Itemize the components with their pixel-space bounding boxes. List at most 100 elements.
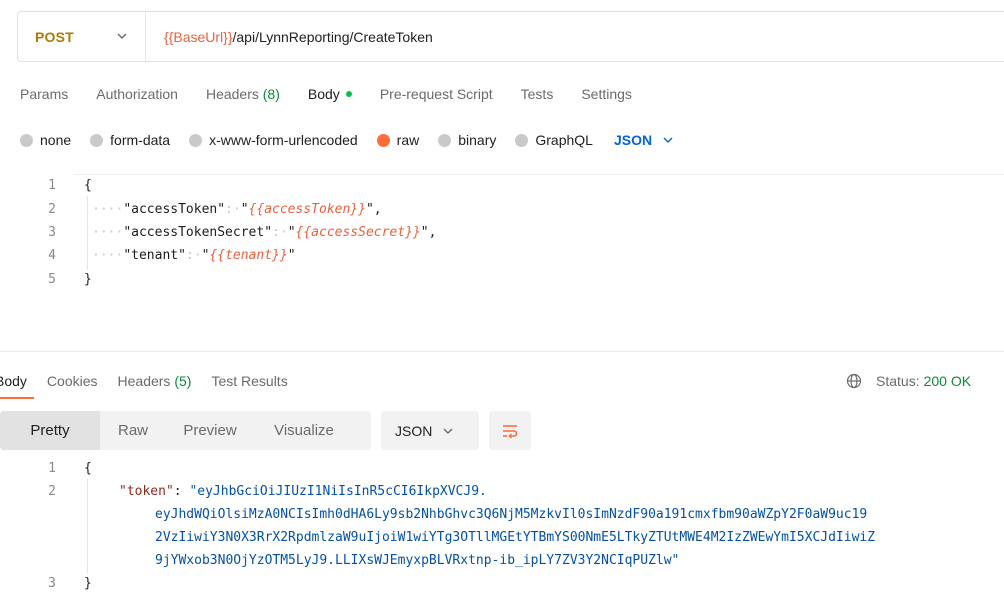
radio-none[interactable]: none (20, 132, 71, 148)
tab-tests[interactable]: Tests (521, 86, 554, 102)
format-label: JSON (395, 422, 433, 439)
quote: " (287, 225, 296, 240)
body-modified-dot (345, 91, 352, 98)
json-key: "accessToken" (123, 202, 226, 217)
whitespace-dots: ···· (92, 248, 124, 263)
tab-headers[interactable]: Headers (8) (206, 86, 280, 102)
json-comma: , (373, 202, 382, 217)
radio-form-data-label: form-data (110, 132, 171, 148)
response-format-select[interactable]: JSON (381, 411, 479, 450)
quote: " (420, 225, 429, 240)
tab-headers-label: Headers (205, 86, 259, 102)
method-select[interactable]: POST (18, 12, 146, 61)
radio-circle (20, 133, 33, 147)
json-key: "tenant" (123, 248, 186, 263)
tab-params[interactable]: Params (20, 86, 68, 102)
response-headers-count: (5) (174, 373, 192, 389)
json-template-value: {{tenant}} (209, 248, 288, 263)
tab-response-headers[interactable]: Headers (5) (118, 373, 192, 389)
indent-guide (87, 196, 88, 270)
line-number: 3 (48, 225, 56, 240)
radio-binary-label: binary (458, 132, 497, 148)
code-line: ····"accessTokenSecret":·"{{accessSecret… (92, 223, 436, 243)
line-number: 2 (48, 202, 56, 217)
view-raw-button[interactable]: Raw (100, 411, 166, 450)
language-select[interactable]: JSON (614, 132, 674, 148)
code-wrapped-line: 9jYWxob3N0OjYzOTM5LyJ9.LLIXsWJEmyxpBLVRx… (155, 553, 680, 568)
json-separator: :· (185, 248, 202, 263)
line-number: 4 (48, 248, 56, 263)
response-status: Status: 200 OK (846, 371, 971, 391)
line-number: 2 (48, 484, 56, 499)
line-number: 5 (48, 272, 56, 287)
chevron-down-icon (117, 33, 127, 39)
chevron-down-icon (663, 137, 673, 143)
json-template-value: {{accessToken}} (248, 202, 366, 217)
code-line: ····"tenant":·"{{tenant}}" (92, 246, 296, 266)
view-pretty-button[interactable]: Pretty (0, 411, 100, 450)
tab-response-headers-label: Headers (117, 373, 171, 389)
json-key: "accessTokenSecret" (123, 225, 273, 240)
code-line: ····"accessToken":·"{{accessToken}}", (92, 200, 382, 220)
radio-raw-label: raw (396, 132, 420, 148)
code-wrapped-line: 2VzIiwiY3N0X3RrX2RpdmlzaW9uIjoiW1wiYTg3O… (155, 530, 876, 545)
json-separator: :· (272, 225, 288, 240)
headers-count: (8) (262, 86, 280, 102)
tab-response-body[interactable]: Body (0, 373, 27, 389)
json-template-value: {{accessSecret}} (295, 225, 421, 240)
tab-prerequest-script[interactable]: Pre-request Script (380, 86, 493, 102)
active-tab-indicator (0, 397, 34, 399)
tab-body[interactable]: Body (308, 86, 352, 102)
tab-authorization[interactable]: Authorization (96, 86, 178, 102)
radio-urlencoded-label: x-www-form-urlencoded (209, 132, 358, 148)
status-label: Status: (876, 373, 920, 389)
request-url-bar: POST {{BaseUrl}}/api/LynnReporting/Creat… (17, 11, 1004, 62)
code-wrapped-line: eyJhdWQiOlsiMzA0NCIsImh0dHA6Ly9sb2NhbGhv… (155, 507, 868, 522)
radio-circle (189, 133, 203, 147)
method-label: POST (35, 28, 74, 45)
tab-test-results[interactable]: Test Results (211, 373, 287, 389)
json-key: "token" (119, 484, 174, 499)
url-input[interactable]: {{BaseUrl}}/api/LynnReporting/CreateToke… (146, 29, 433, 45)
tab-cookies[interactable]: Cookies (47, 373, 98, 389)
pane-divider[interactable] (0, 351, 1004, 352)
radio-graphql[interactable]: GraphQL (515, 132, 593, 148)
request-tabs: Params Authorization Headers (8) Body Pr… (20, 84, 660, 104)
line-number: 3 (48, 576, 56, 591)
radio-circle (438, 133, 452, 147)
quote: " (365, 202, 374, 217)
json-separator: : (173, 484, 190, 499)
view-preview-button[interactable]: Preview (166, 411, 254, 450)
code-open-brace: { (84, 461, 92, 476)
json-comma: , (428, 225, 437, 240)
status-value[interactable]: 200 OK (924, 373, 971, 389)
divider (74, 174, 1004, 175)
radio-circle-selected (376, 133, 390, 147)
radio-form-data[interactable]: form-data (90, 132, 170, 148)
response-view-toggle: Pretty Raw Preview Visualize (0, 411, 371, 450)
globe-icon[interactable] (846, 373, 862, 389)
chevron-down-icon (443, 428, 453, 434)
quote: " (287, 248, 296, 263)
response-tabs: Body Cookies Headers (5) Test Results (0, 371, 308, 391)
radio-raw[interactable]: raw (376, 132, 420, 148)
indent-guide (87, 479, 88, 573)
line-number: 1 (48, 178, 56, 193)
code-line: "token": "eyJhbGciOiJIUzI1NiIsInR5cCI6Ik… (119, 482, 487, 502)
whitespace-dots: ···· (92, 202, 124, 217)
radio-circle (90, 133, 104, 147)
radio-none-label: none (40, 132, 72, 148)
language-label: JSON (613, 132, 653, 148)
tab-body-label: Body (307, 86, 340, 102)
json-string: "eyJhbGciOiJIUzI1NiIsInR5cCI6IkpXVCJ9. (189, 484, 487, 499)
view-visualize-button[interactable]: Visualize (254, 411, 354, 450)
quote: " (240, 202, 249, 217)
url-variable: {{BaseUrl}} (164, 28, 233, 45)
radio-binary[interactable]: binary (438, 132, 496, 148)
tab-settings[interactable]: Settings (581, 86, 632, 102)
wrap-lines-button[interactable] (489, 411, 531, 450)
radio-urlencoded[interactable]: x-www-form-urlencoded (189, 132, 358, 148)
body-type-selector: none form-data x-www-form-urlencoded raw… (20, 129, 674, 151)
line-number: 1 (48, 461, 56, 476)
json-separator: :· (225, 202, 241, 217)
